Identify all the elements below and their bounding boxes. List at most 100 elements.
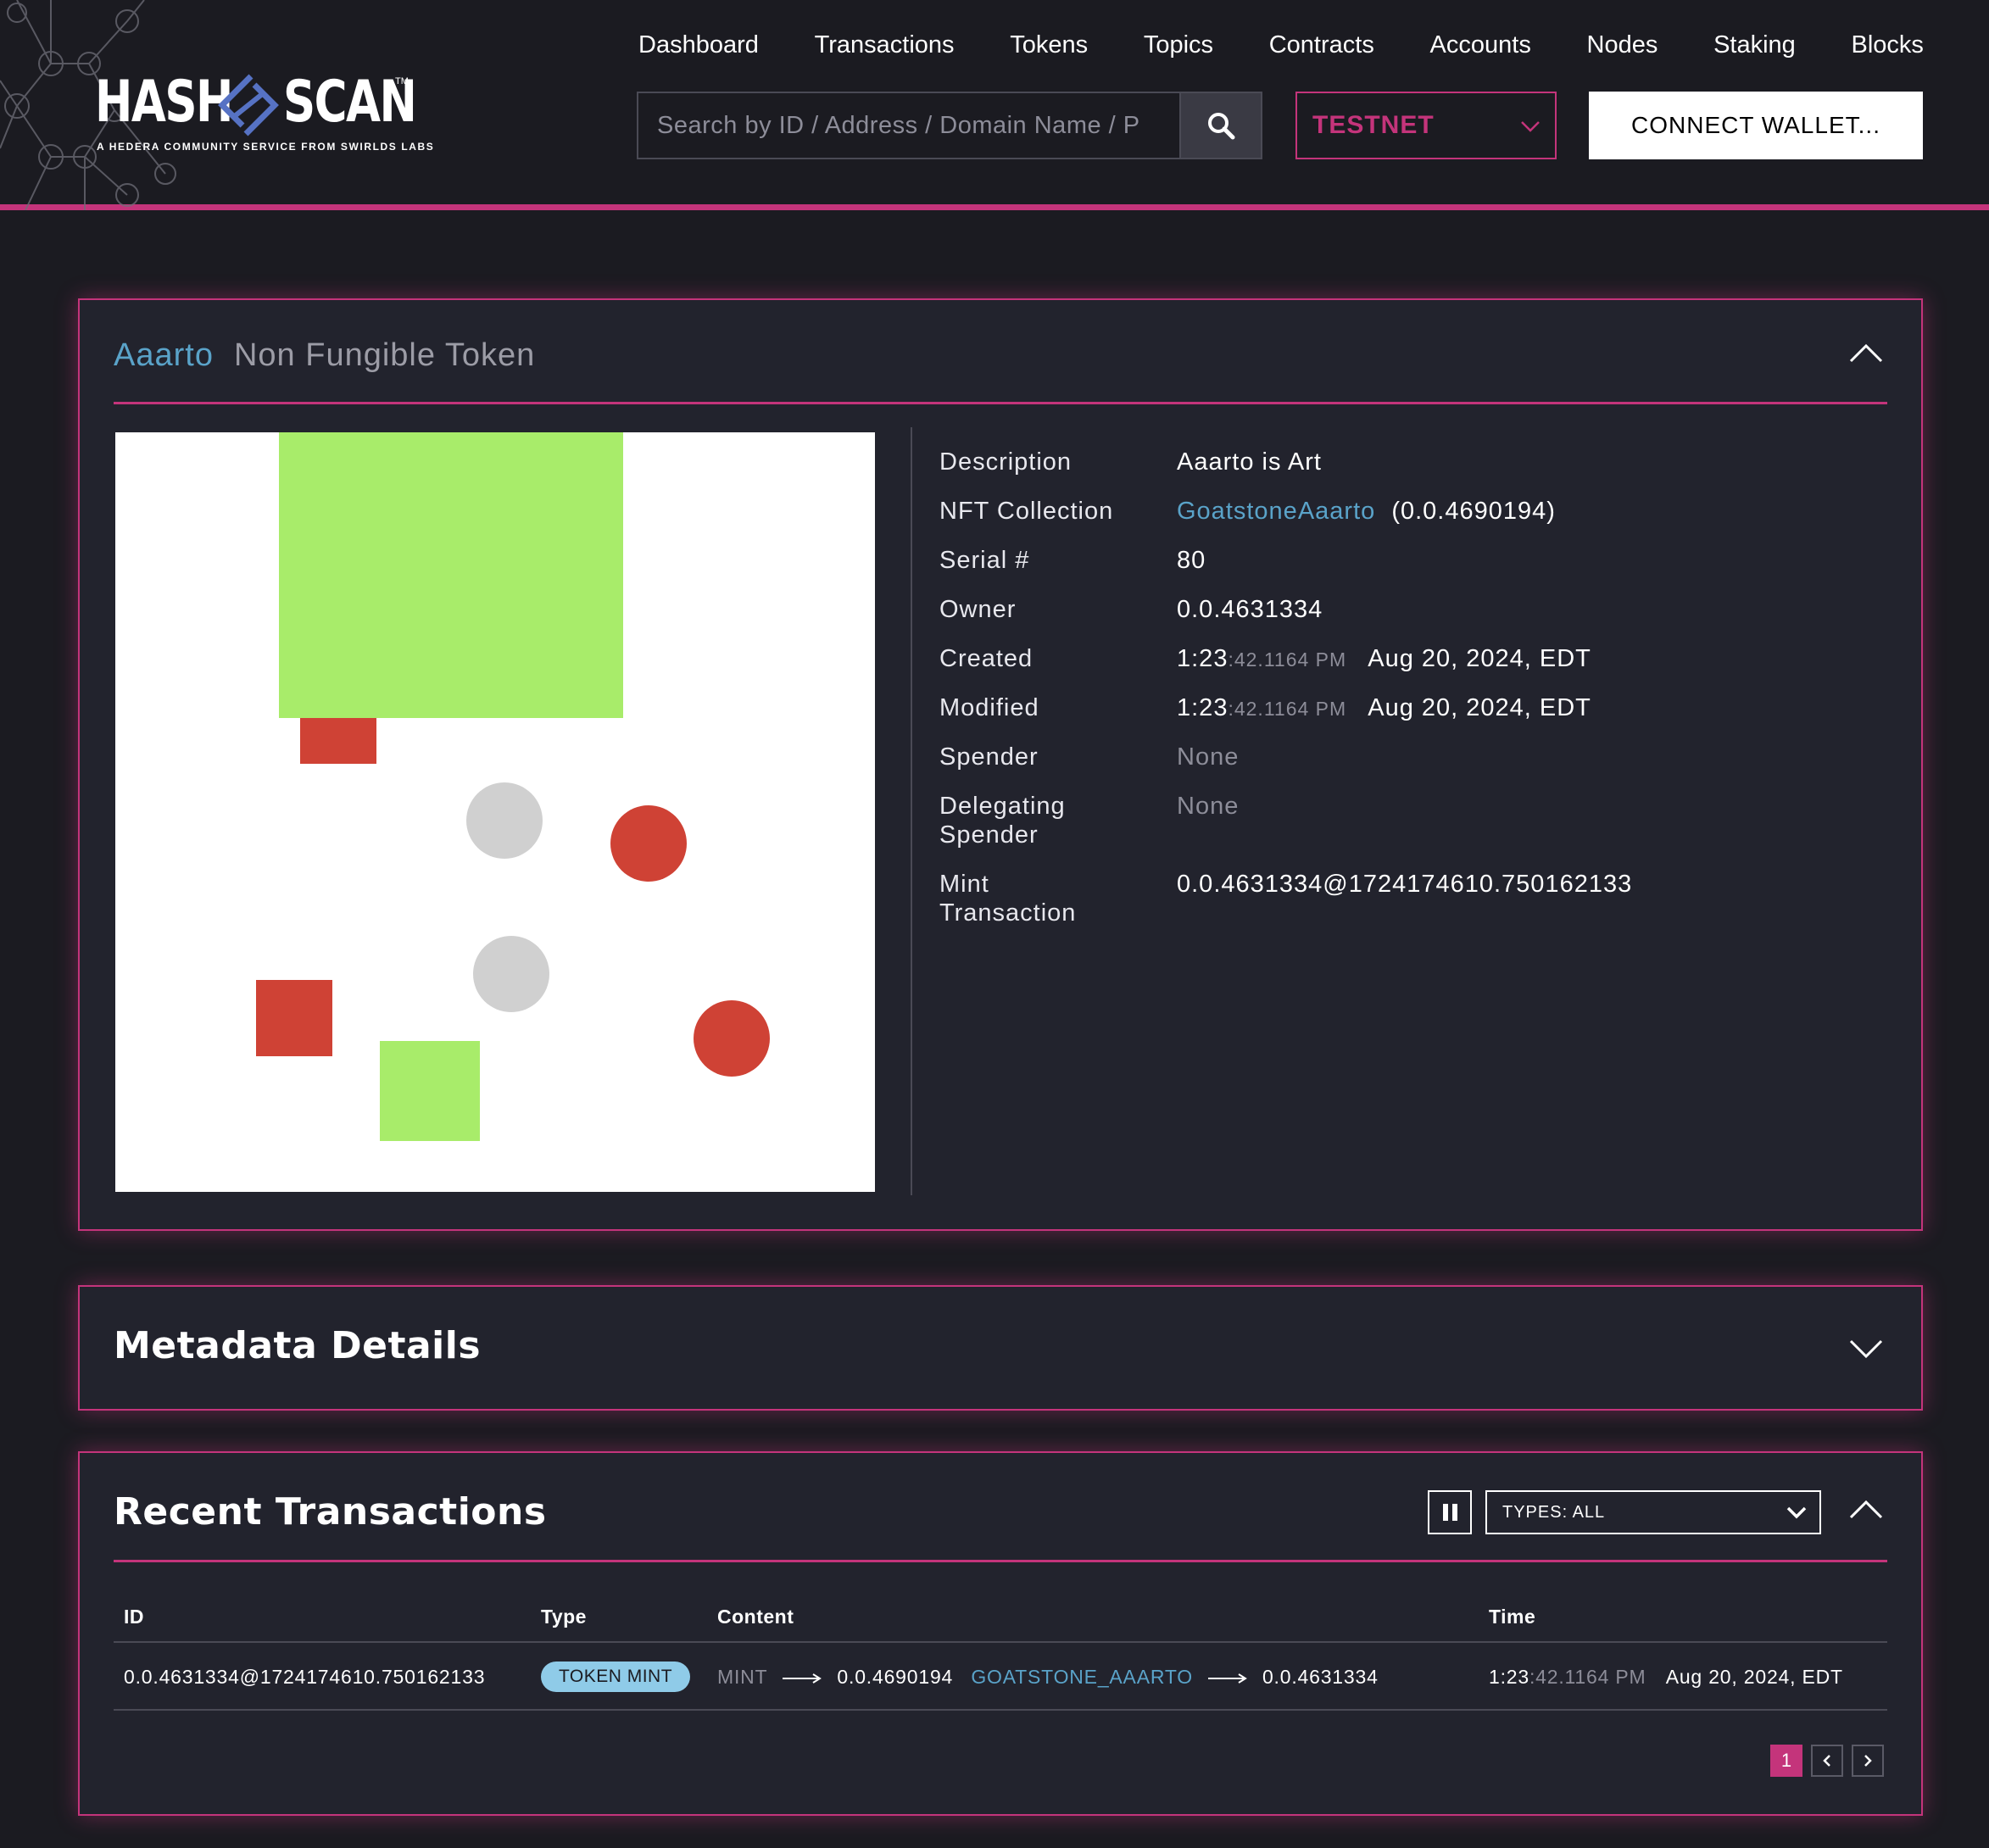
nav-topics[interactable]: Topics: [1144, 25, 1213, 64]
table-row-divider: [114, 1709, 1887, 1711]
panel-divider: [114, 402, 1887, 404]
serial-value: 80: [1177, 547, 1206, 574]
arrow-right-icon: [783, 1673, 822, 1684]
types-select-value: TYPES: ALL: [1502, 1503, 1606, 1522]
panel-divider: [114, 1560, 1887, 1562]
collection-id: (0.0.4690194): [1391, 498, 1556, 525]
column-header-id: ID: [124, 1606, 144, 1628]
mint-transaction-value[interactable]: 0.0.4631334@1724174610.750162133: [1177, 870, 1632, 899]
red-square-lower: [256, 980, 332, 1056]
chevron-left-icon: [1823, 1755, 1830, 1767]
transaction-id[interactable]: 0.0.4631334@1724174610.750162133: [124, 1663, 485, 1690]
nav-blocks[interactable]: Blocks: [1852, 25, 1924, 64]
nav-staking[interactable]: Staking: [1713, 25, 1796, 64]
owner-label: Owner: [939, 596, 1017, 623]
green-square-large: [279, 432, 623, 718]
nav-nodes[interactable]: Nodes: [1587, 25, 1658, 64]
spender-label: Spender: [939, 743, 1039, 771]
network-select[interactable]: TESTNET: [1295, 92, 1557, 159]
nft-image: [115, 432, 875, 1192]
content-from-account[interactable]: 0.0.4690194: [837, 1666, 953, 1688]
modified-value: 1:23:42.1164 PM Aug 20, 2024, EDT: [1177, 693, 1591, 723]
description-label: Description: [939, 448, 1072, 476]
red-circle-lower: [694, 1000, 770, 1077]
table-header-divider: [114, 1641, 1887, 1643]
mint-label-line1: Mint: [939, 871, 989, 898]
pause-button[interactable]: [1428, 1490, 1472, 1534]
transaction-content: MINT 0.0.4690194 GOATSTONE_AAARTO 0.0.4631…: [717, 1663, 1379, 1690]
connect-wallet-button[interactable]: CONNECT WALLET...: [1589, 92, 1923, 159]
time-hm: 1:23: [1489, 1666, 1529, 1688]
content-token-link[interactable]: GOATSTONE_AAARTO: [971, 1666, 1193, 1688]
mint-label-line2: Transaction: [939, 899, 1077, 927]
content-action: MINT: [717, 1666, 768, 1688]
gray-circle-upper: [466, 782, 543, 859]
transactions-title: Recent Transactions: [114, 1490, 547, 1534]
red-rectangle-top: [300, 718, 376, 764]
logo-tagline: A HEDERA COMMUNITY SERVICE FROM SWIRLDS …: [97, 141, 435, 153]
search-input[interactable]: Search by ID / Address / Domain Name / P: [637, 92, 1179, 159]
time-date: Aug 20, 2024, EDT: [1665, 1666, 1843, 1688]
green-square-small: [380, 1041, 480, 1141]
transaction-time: 1:23:42.1164 PM Aug 20, 2024, EDT: [1489, 1663, 1843, 1690]
created-label: Created: [939, 645, 1034, 672]
search-icon: [1208, 113, 1235, 140]
created-time: 1:23: [1177, 645, 1228, 672]
description-value: Aaarto is Art: [1177, 448, 1322, 476]
pagination-page-1[interactable]: 1: [1770, 1745, 1802, 1777]
logo-trademark: TM: [395, 76, 409, 86]
collection-label: NFT Collection: [939, 498, 1114, 525]
hashscan-logo[interactable]: HASH SCAN TM A HEDERA COMMUNITY SERVICE …: [95, 70, 433, 163]
chevron-down-icon: [1521, 121, 1540, 132]
transaction-type-badge: TOKEN MINT: [541, 1662, 690, 1692]
modified-seconds: :42.1164 PM: [1228, 698, 1347, 720]
vertical-divider: [911, 427, 912, 1195]
content-to-account[interactable]: 0.0.4631334: [1262, 1666, 1379, 1688]
column-header-type: Type: [541, 1606, 587, 1628]
modified-label: Modified: [939, 694, 1039, 721]
time-seconds: :42.1164 PM: [1529, 1666, 1646, 1688]
collection-link[interactable]: GoatstoneAaarto: [1177, 498, 1375, 525]
nav-tokens[interactable]: Tokens: [1010, 25, 1088, 64]
token-name: Aaarto: [114, 337, 214, 373]
top-bar: HASH SCAN TM A HEDERA COMMUNITY SERVICE …: [0, 0, 1989, 210]
nav-contracts[interactable]: Contracts: [1269, 25, 1374, 64]
spender-value: None: [1177, 743, 1240, 771]
delegating-label-line2: Spender: [939, 821, 1039, 849]
created-value: 1:23:42.1164 PM Aug 20, 2024, EDT: [1177, 644, 1591, 674]
arrow-right-icon: [1207, 1673, 1247, 1684]
nav-dashboard[interactable]: Dashboard: [638, 25, 759, 64]
serial-label: Serial #: [939, 547, 1030, 574]
delegating-label: Delegating Spender: [939, 792, 1066, 849]
logo-diamond-icon: [218, 74, 279, 136]
column-header-time: Time: [1489, 1606, 1536, 1628]
collapse-chevron-up-icon[interactable]: [1848, 342, 1884, 365]
chevron-down-icon: [1786, 1506, 1807, 1519]
red-circle-upper: [610, 805, 687, 882]
nav-accounts[interactable]: Accounts: [1430, 25, 1531, 64]
owner-value[interactable]: 0.0.4631334: [1177, 595, 1323, 624]
transaction-type-select[interactable]: TYPES: ALL: [1485, 1490, 1821, 1534]
modified-time: 1:23: [1177, 694, 1228, 721]
panel-title: Aaarto Non Fungible Token: [114, 337, 535, 374]
modified-date: Aug 20, 2024, EDT: [1368, 694, 1591, 721]
created-seconds: :42.1164 PM: [1228, 648, 1347, 671]
pagination-next-button[interactable]: [1852, 1745, 1884, 1777]
delegating-value: None: [1177, 793, 1240, 820]
pause-icon-bar-right: [1451, 1504, 1457, 1521]
network-value: TESTNET: [1312, 111, 1435, 139]
expand-chevron-down-icon[interactable]: [1848, 1338, 1884, 1360]
main-nav: Dashboard Transactions Tokens Topics Con…: [638, 25, 1924, 64]
column-header-content: Content: [717, 1606, 794, 1628]
metadata-title: Metadata Details: [114, 1324, 482, 1367]
pause-icon-bar-left: [1442, 1504, 1448, 1521]
search-button[interactable]: [1179, 92, 1262, 159]
gray-circle-lower: [473, 936, 549, 1012]
token-type: Non Fungible Token: [233, 337, 536, 373]
nav-transactions[interactable]: Transactions: [815, 25, 955, 64]
collapse-chevron-up-icon[interactable]: [1848, 1499, 1884, 1521]
chevron-right-icon: [1864, 1755, 1872, 1767]
metadata-details-panel[interactable]: Metadata Details: [78, 1285, 1923, 1411]
pagination-prev-button[interactable]: [1811, 1745, 1843, 1777]
collection-value: GoatstoneAaarto (0.0.4690194): [1177, 497, 1556, 526]
